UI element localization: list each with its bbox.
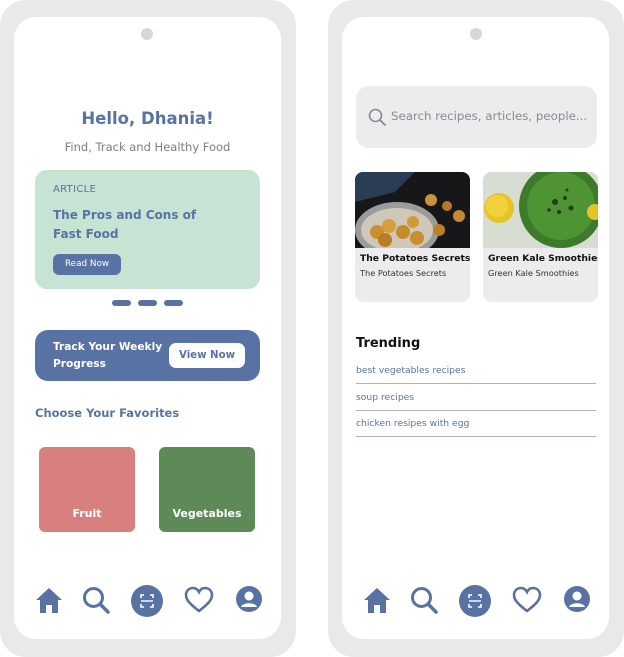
greeting-subtitle: Find, Track and Healthy Food — [64, 140, 231, 154]
trending-item[interactable]: best vegetables recipes — [356, 357, 596, 384]
carousel-indicator — [112, 300, 184, 306]
right-screen: Search recipes, articles, people... The … — [342, 17, 609, 639]
profile-icon[interactable] — [235, 585, 267, 617]
search-bar[interactable]: Search recipes, articles, people... — [356, 86, 597, 148]
profile-icon[interactable] — [563, 585, 595, 617]
recipe-card[interactable]: Green Kale Smoothies Green Kale Smoothie… — [483, 172, 598, 302]
favorites-title: Choose Your Favorites — [35, 406, 180, 420]
trending-item[interactable]: soup recipes — [356, 384, 596, 411]
search-input[interactable]: Search recipes, articles, people... — [391, 109, 591, 123]
category-vegetables[interactable]: Vegetables — [159, 447, 255, 532]
trending-title: Trending — [356, 336, 421, 351]
scan-icon[interactable] — [131, 585, 163, 617]
search-icon[interactable] — [409, 585, 441, 617]
carousel-dot[interactable] — [112, 300, 131, 306]
view-now-button[interactable]: View Now — [169, 343, 245, 368]
bottom-nav — [342, 585, 609, 621]
article-tag: ARTICLE — [53, 184, 97, 195]
trending-item-label: best vegetables recipes — [356, 365, 466, 376]
trending-item-label: chicken resipes with egg — [356, 418, 470, 429]
track-progress-banner: Track Your Weekly Progress View Now — [35, 330, 260, 381]
category-vegetables-label: Vegetables — [172, 507, 242, 520]
search-icon[interactable] — [81, 585, 113, 617]
greeting-title: Hello, Dhania! — [81, 109, 214, 128]
read-now-button[interactable]: Read Now — [53, 254, 121, 275]
heart-icon[interactable] — [512, 585, 544, 617]
track-progress-text: Track Your Weekly Progress — [53, 341, 163, 370]
recipe-card-subtitle: Green Kale Smoothies — [488, 268, 579, 278]
heart-icon[interactable] — [184, 585, 216, 617]
category-fruit[interactable]: Fruit — [39, 447, 135, 532]
article-card[interactable]: ARTICLE The Pros and Cons of Fast Food R… — [35, 170, 260, 289]
category-fruit-label: Fruit — [72, 507, 102, 520]
trending-item[interactable]: chicken resipes with egg — [356, 410, 596, 437]
recipe-card[interactable]: The Potatoes Secrets The Potatoes Secret… — [355, 172, 470, 302]
recipe-card-subtitle: The Potatoes Secrets — [360, 268, 447, 278]
potatoes-image — [355, 172, 470, 248]
trending-item-label: soup recipes — [356, 392, 415, 403]
home-icon[interactable] — [362, 585, 394, 617]
home-icon[interactable] — [34, 585, 66, 617]
scan-icon[interactable] — [459, 585, 491, 617]
article-title: The Pros and Cons of Fast Food — [53, 208, 197, 241]
left-screen: Hello, Dhania! Find, Track and Healthy F… — [14, 17, 281, 639]
left-phone: Hello, Dhania! Find, Track and Healthy F… — [0, 0, 296, 657]
camera-dot — [141, 28, 153, 40]
camera-dot — [470, 28, 482, 40]
recipe-card-title: The Potatoes Secrets — [360, 253, 470, 264]
kale-smoothie-image — [483, 172, 598, 248]
recipe-card-title: Green Kale Smoothies — [488, 253, 598, 264]
carousel-dot[interactable] — [164, 300, 183, 306]
right-phone: Search recipes, articles, people... The … — [328, 0, 624, 657]
bottom-nav — [14, 585, 281, 621]
carousel-dot[interactable] — [138, 300, 157, 306]
search-icon — [368, 108, 386, 130]
